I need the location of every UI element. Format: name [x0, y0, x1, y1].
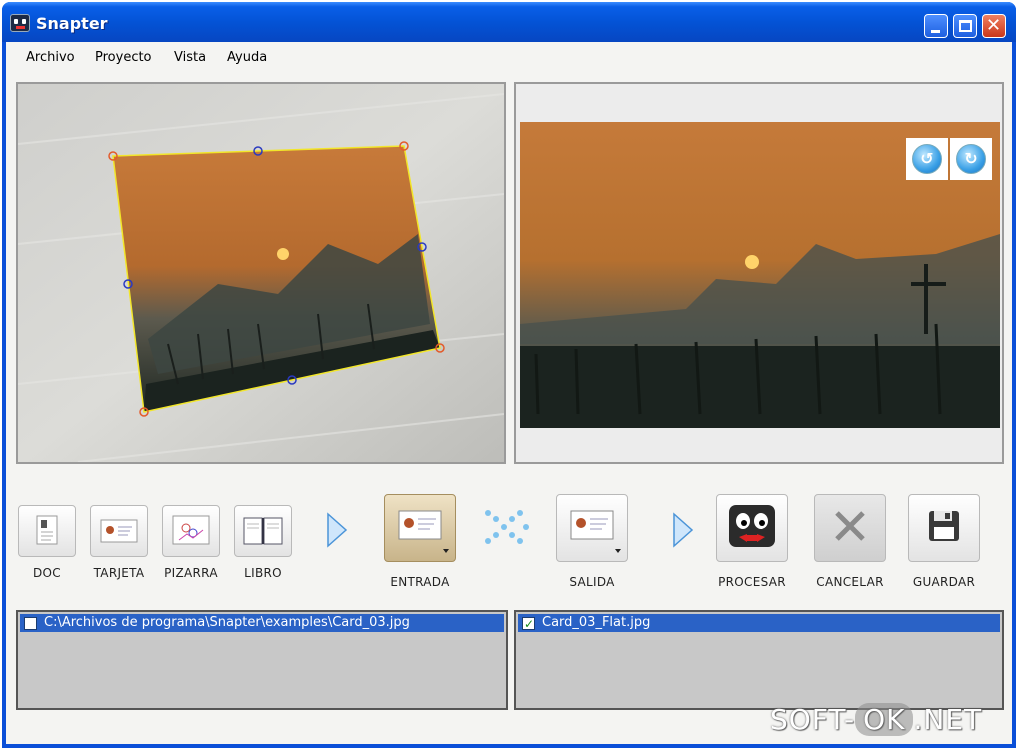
- title-bar[interactable]: Snapter ✕: [2, 2, 1016, 42]
- menu-vista[interactable]: Vista: [174, 50, 206, 65]
- output-file-row[interactable]: ✓ Card_03_Flat.jpg: [518, 614, 1000, 632]
- mode-tarjeta-button[interactable]: [90, 505, 148, 557]
- input-file-list[interactable]: C:\Archivos de programa\Snapter\examples…: [16, 610, 508, 710]
- card-icon: [398, 510, 449, 553]
- card-icon: [570, 510, 621, 553]
- menu-proyecto[interactable]: Proyecto: [95, 50, 152, 65]
- watermark-left: SOFT-: [770, 703, 856, 736]
- checkmark-icon: ✓: [524, 617, 535, 631]
- snapter-app-icon: [10, 14, 30, 32]
- input-file-path: C:\Archivos de programa\Snapter\examples…: [44, 615, 410, 630]
- mode-libro-label: LIBRO: [244, 566, 282, 580]
- input-photo-canvas[interactable]: [17, 84, 505, 463]
- watermark: SOFT- OK .NET: [770, 703, 982, 736]
- salida-label: SALIDA: [569, 575, 615, 589]
- menu-bar: Archivo Proyecto Vista Ayuda: [6, 42, 1012, 72]
- book-icon: [243, 517, 283, 545]
- output-file-name: Card_03_Flat.jpg: [542, 615, 651, 630]
- menu-ayuda[interactable]: Ayuda: [227, 50, 267, 65]
- rotate-right-icon: ↻: [956, 144, 986, 174]
- cancelar-button[interactable]: [814, 494, 886, 562]
- shuffle-icon: [485, 510, 529, 544]
- rotate-left-button[interactable]: ↺: [906, 138, 948, 180]
- procesar-label: PROCESAR: [718, 575, 786, 589]
- guardar-button[interactable]: [908, 494, 980, 562]
- mode-libro-button[interactable]: [234, 505, 292, 557]
- menu-archivo[interactable]: Archivo: [26, 50, 75, 65]
- procesar-button[interactable]: [716, 494, 788, 562]
- input-file-checkbox[interactable]: [24, 617, 37, 630]
- close-icon: ✕: [986, 15, 1002, 36]
- maximize-icon: [959, 20, 972, 32]
- cancelar-label: CANCELAR: [816, 575, 884, 589]
- maximize-button[interactable]: [953, 14, 977, 38]
- card-icon: [100, 519, 138, 543]
- mode-pizarra-button[interactable]: [162, 505, 220, 557]
- whiteboard-icon: [172, 515, 210, 545]
- input-file-row[interactable]: C:\Archivos de programa\Snapter\examples…: [20, 614, 504, 632]
- client-area: Archivo Proyecto Vista Ayuda ↺ ↻ DOC TAR…: [6, 42, 1012, 744]
- app-window: Snapter ✕ Archivo Proyecto Vista Ayuda ↺…: [2, 2, 1016, 748]
- window-title: Snapter: [36, 14, 108, 33]
- salida-button[interactable]: [556, 494, 628, 562]
- watermark-right: .NET: [913, 703, 983, 736]
- cancel-x-icon: [835, 511, 865, 541]
- document-icon: [36, 515, 58, 545]
- rotate-left-icon: ↺: [912, 144, 942, 174]
- guardar-label: GUARDAR: [912, 575, 976, 589]
- entrada-label: ENTRADA: [390, 575, 450, 589]
- rotate-right-button[interactable]: ↻: [950, 138, 992, 180]
- output-file-checkbox[interactable]: ✓: [522, 617, 535, 631]
- close-button[interactable]: ✕: [982, 14, 1006, 38]
- minimize-icon: [931, 30, 940, 33]
- input-image-panel[interactable]: [16, 82, 506, 464]
- mode-doc-button[interactable]: [18, 505, 76, 557]
- floppy-disk-icon: [929, 511, 959, 541]
- snapter-mascot-icon: [729, 505, 775, 547]
- output-image-panel[interactable]: ↺ ↻: [514, 82, 1004, 464]
- output-file-list[interactable]: ✓ Card_03_Flat.jpg: [514, 610, 1004, 710]
- minimize-button[interactable]: [924, 14, 948, 38]
- watermark-mid: OK: [855, 703, 914, 736]
- arrow-right-icon: [673, 512, 694, 548]
- arrow-right-icon: [327, 512, 348, 548]
- entrada-button[interactable]: [384, 494, 456, 562]
